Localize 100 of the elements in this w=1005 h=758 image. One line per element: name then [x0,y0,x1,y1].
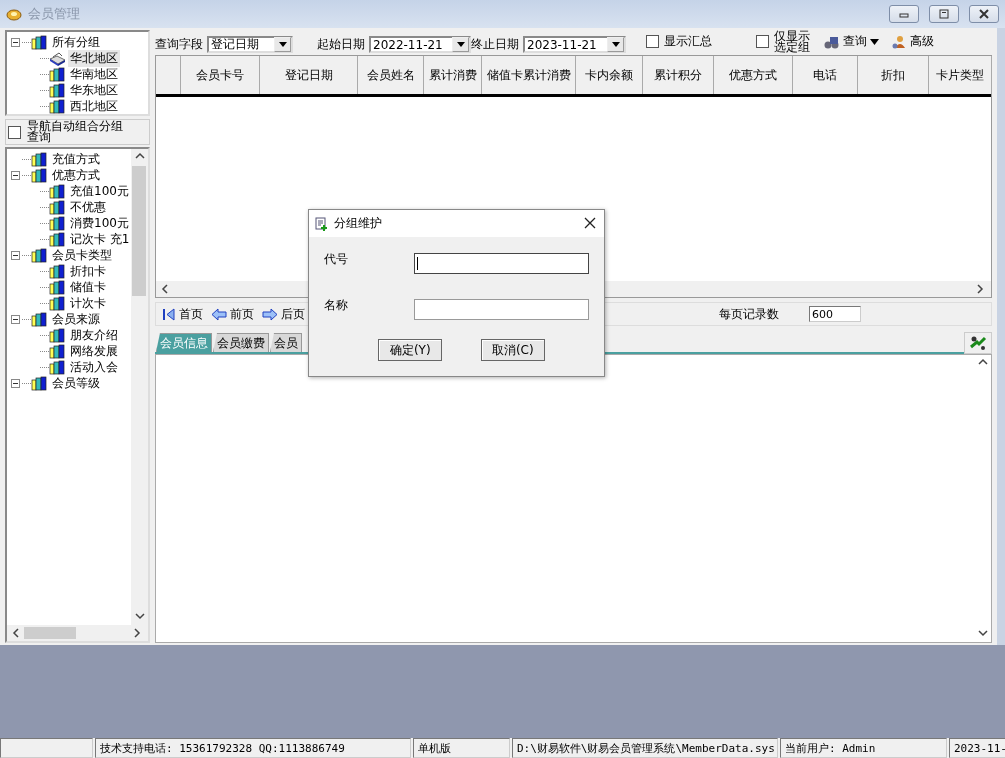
checkbox[interactable] [646,35,659,48]
tree-item[interactable]: 不优惠 [68,198,108,216]
close-icon [979,9,989,19]
tab[interactable]: 会员 [270,333,302,352]
checkbox-label: 导航自动组合分组查询 [27,121,123,143]
tool-button[interactable] [964,332,992,354]
status-text: 技术支持电话: 15361792328 QQ:1113886749 [95,738,411,758]
minimize-button[interactable] [889,5,919,23]
column-header[interactable]: 会员姓名 [358,56,424,94]
document-add-icon [315,216,328,231]
tree-item[interactable]: 网络发展 [68,342,120,360]
books-icon [49,98,66,114]
tree-item[interactable]: 储值卡 [68,278,108,296]
dropdown-arrow-icon [278,42,287,47]
scroll-down-icon[interactable] [134,612,145,622]
page-button[interactable]: 前页 [211,305,254,323]
tree-item[interactable]: 优惠方式 [50,166,102,184]
checkbox[interactable] [756,35,769,48]
column-header[interactable]: 电话 [793,56,858,94]
caret-icon [870,38,880,45]
checkbox-label: 仅显示选定组 [774,30,811,53]
close-icon [583,215,597,230]
books-icon [49,183,66,199]
open-book-icon [49,50,66,66]
books-icon [31,151,48,167]
window-title: 会员管理 [28,5,81,23]
text-field[interactable] [414,252,589,274]
scroll-left-icon[interactable] [12,628,22,638]
horizontal-scrollbar[interactable] [7,625,148,641]
column-header[interactable]: 会员卡号 [181,56,260,94]
dialog-title: 分组维护 [334,215,383,232]
books-icon [31,167,48,183]
tree-item[interactable]: 折扣卡 [68,262,108,280]
tree-item[interactable]: 华北地区 [68,49,120,67]
tree-item[interactable]: 华东地区 [68,81,120,99]
column-header[interactable]: 优惠方式 [714,56,793,94]
tree-item[interactable]: 会员来源 [50,310,102,328]
cancel-button[interactable]: 取消(C) [480,339,545,361]
start-date-picker[interactable]: 2022-11-21 [369,36,471,53]
binoculars-icon [824,34,841,49]
collapse-icon[interactable] [11,314,20,324]
books-icon [31,247,48,263]
collapse-icon[interactable] [11,170,20,180]
books-icon [31,34,48,50]
close-button[interactable] [969,5,999,23]
advanced-button[interactable]: 高级 [891,33,935,50]
field-label: 代号 [324,251,349,268]
books-icon [31,311,48,327]
page-size-field[interactable]: 600 [809,306,861,322]
column-header[interactable]: 卡片类型 [929,56,992,94]
field-label: 名称 [324,297,349,314]
query-field-dropdown[interactable]: 登记日期 [207,36,293,53]
scroll-left-icon[interactable] [161,284,171,294]
ok-button[interactable]: 确定(Y) [378,339,443,361]
status-text: D:\财易软件\财易会员管理系统\MemberData.sys [512,738,778,758]
tree-item[interactable]: 华南地区 [68,65,120,83]
tree-item[interactable]: 计次卡 [68,294,108,312]
tree-item[interactable]: 充值方式 [50,150,102,168]
tree-item[interactable]: 消费100元 [68,214,131,232]
tab[interactable]: 会员缴费 [213,333,269,352]
books-icon [49,231,66,247]
checkbox[interactable] [8,125,21,139]
scrollbar-thumb[interactable] [132,166,146,296]
books-icon [49,327,66,343]
tree-item[interactable]: 会员卡类型 [50,246,114,264]
scroll-right-icon[interactable] [976,284,986,294]
column-header[interactable]: 储值卡累计消费 [482,56,576,94]
tree-item[interactable]: 充值100元 [68,182,131,200]
tree-item[interactable]: 记次卡 充1 [68,230,132,248]
left-arrow-icon [211,307,227,321]
dropdown-arrow-icon [456,42,465,47]
query-button[interactable]: 查询 [824,33,880,50]
column-header[interactable]: 登记日期 [260,56,358,94]
tree-item[interactable]: 朋友介绍 [68,326,120,344]
end-date-picker[interactable]: 2023-11-21 [523,36,626,53]
tree-item[interactable]: 活动入会 [68,358,120,376]
books-icon [31,375,48,391]
status-text: 当前用户: Admin [780,738,947,758]
column-header[interactable]: 累计消费 [424,56,482,94]
collapse-icon[interactable] [11,250,20,260]
status-text: 2023-11- [949,738,1005,758]
page-button[interactable]: 首页 [162,305,203,323]
collapse-icon[interactable] [11,37,20,47]
scrollbar-thumb[interactable] [24,627,76,639]
column-header[interactable]: 折扣 [858,56,929,94]
checkbox-label: 显示汇总 [664,33,712,50]
tree-item[interactable]: 所有分组 [50,33,102,51]
field-label: 起始日期 [317,36,365,53]
column-header[interactable]: 累计积分 [643,56,714,94]
vertical-scrollbar[interactable] [131,149,148,625]
field-label: 查询字段 [155,36,203,53]
column-header[interactable]: 卡内余额 [576,56,643,94]
tree-item[interactable]: 会员等级 [50,374,102,392]
page-button[interactable]: 后页 [262,305,305,323]
scroll-down-icon[interactable] [977,629,988,639]
tree-item[interactable]: 西北地区 [68,97,120,114]
scroll-right-icon[interactable] [133,628,143,638]
maximize-button[interactable] [929,5,959,23]
collapse-icon[interactable] [11,378,20,388]
text-field[interactable] [414,298,589,320]
